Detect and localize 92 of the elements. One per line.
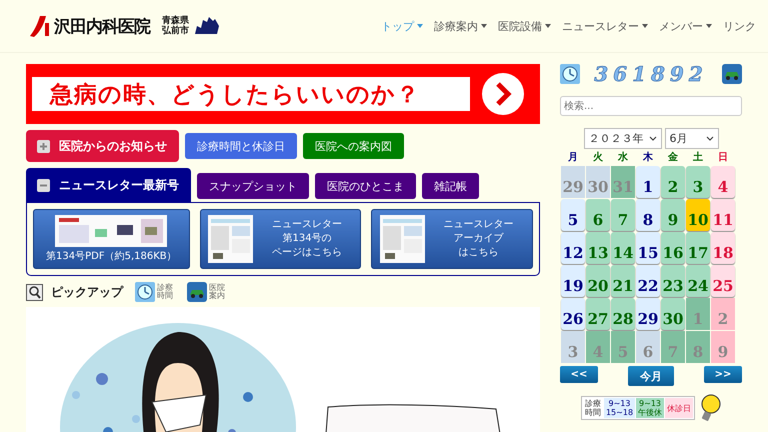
emergency-banner[interactable]: 急病の時、どうしたらいいのか？ bbox=[26, 64, 540, 124]
visitor-counter: 361892 bbox=[594, 62, 708, 86]
link-tab[interactable]: 医院のひとこま bbox=[315, 173, 416, 199]
calendar-day: 21 bbox=[611, 265, 635, 297]
pickup-link[interactable]: 医院 案内 bbox=[187, 282, 225, 302]
weekday-label: 木 bbox=[642, 151, 654, 165]
calendar-day: 2 bbox=[711, 298, 735, 330]
calendar-day: 3 bbox=[561, 331, 585, 363]
link-tab[interactable]: 医院への案内図 bbox=[303, 133, 404, 159]
newsletter-button[interactable]: ニュースレター 第134号の ページはこちら bbox=[200, 209, 362, 269]
clock-icon bbox=[135, 282, 155, 302]
search-field[interactable]: 検索... bbox=[560, 96, 742, 116]
banner-text: 急病の時、どうしたらいいのか？ bbox=[32, 77, 470, 111]
logo-mark-icon bbox=[28, 14, 50, 38]
chevron-circle-icon bbox=[482, 73, 524, 115]
section-tab[interactable]: 医院からのお知らせ bbox=[26, 130, 179, 162]
month-select[interactable]: 6月 bbox=[664, 128, 718, 149]
clock-icon bbox=[560, 64, 580, 84]
legend-item: 休診日 bbox=[665, 398, 694, 418]
pickup-title: ピックアップ bbox=[51, 284, 123, 300]
calendar-day: 16 bbox=[661, 232, 685, 264]
calendar-day: 12 bbox=[561, 232, 585, 264]
calendar-nav-button[interactable]: 今月 bbox=[628, 366, 674, 386]
legend-item: 9~13 15~18 bbox=[604, 398, 636, 418]
lightbulb-icon bbox=[699, 394, 722, 422]
weekday-label: 火 bbox=[592, 151, 604, 165]
newsletter-label: 第134号PDF（約5,186KB） bbox=[46, 250, 177, 264]
map-icon bbox=[193, 16, 221, 36]
calendar-day: 19 bbox=[561, 265, 585, 297]
region-label: 青森県 弘前市 bbox=[162, 16, 189, 36]
chevron-icon bbox=[648, 136, 656, 141]
legend-title: 診療 時間 bbox=[584, 398, 602, 418]
nav-link[interactable]: 診療案内 bbox=[434, 18, 487, 34]
link-tab[interactable]: 雑記帳 bbox=[422, 173, 479, 199]
weekday-label: 土 bbox=[692, 151, 704, 165]
calendar-day: 11 bbox=[711, 199, 735, 231]
calendar-day: 24 bbox=[686, 265, 710, 297]
toggle-icon bbox=[37, 140, 50, 152]
nav-link[interactable]: ニュースレター bbox=[562, 18, 648, 34]
calendar-day: 13 bbox=[586, 232, 610, 264]
calendar-day: 23 bbox=[661, 265, 685, 297]
calendar-day: 30 bbox=[661, 298, 685, 330]
toggle-icon bbox=[37, 178, 50, 192]
calendar-day: 28 bbox=[611, 298, 635, 330]
pickup-link[interactable]: 診察 時間 bbox=[135, 282, 173, 302]
calendar-nav-button[interactable]: >> bbox=[704, 366, 742, 383]
calendar-day: 10 bbox=[686, 199, 710, 231]
newsletter-button[interactable]: 第134号PDF（約5,186KB） bbox=[33, 209, 190, 269]
weekday-label: 金 bbox=[667, 151, 679, 165]
calendar-day: 4 bbox=[711, 166, 735, 198]
weekday-label: 月 bbox=[567, 151, 579, 165]
year-select[interactable]: ２０２３年 bbox=[584, 128, 662, 149]
car-icon bbox=[722, 64, 742, 84]
nav-link[interactable]: リンク bbox=[723, 18, 756, 34]
newsletter-label: ニュースレター 第134号の ページはこちら bbox=[271, 218, 344, 260]
calendar-day: 5 bbox=[561, 199, 585, 231]
calendar-day: 17 bbox=[686, 232, 710, 264]
car-icon bbox=[187, 282, 207, 302]
calendar-nav-button[interactable]: << bbox=[560, 366, 598, 383]
calendar-day: 2 bbox=[661, 166, 685, 198]
clinic-logo[interactable]: 沢田内科医院 bbox=[54, 14, 150, 38]
calendar-day: 9 bbox=[711, 331, 735, 363]
calendar-day: 20 bbox=[586, 265, 610, 297]
calendar-day: 15 bbox=[636, 232, 660, 264]
nav-link[interactable]: 医院設備 bbox=[498, 18, 551, 34]
weekday-label: 水 bbox=[616, 151, 629, 165]
legend-item: 9~13 午後休 bbox=[636, 398, 664, 418]
calendar-day: 30 bbox=[586, 166, 610, 198]
link-tab[interactable]: スナップショット bbox=[197, 173, 309, 199]
calendar-day: 22 bbox=[636, 265, 660, 297]
calendar-day: 27 bbox=[586, 298, 610, 330]
calendar-day: 1 bbox=[636, 166, 660, 198]
calendar-day: 3 bbox=[686, 166, 710, 198]
link-tab[interactable]: 診療時間と休診日 bbox=[185, 133, 297, 159]
calendar-day: 29 bbox=[636, 298, 660, 330]
calendar-day: 26 bbox=[561, 298, 585, 330]
calendar-day: 9 bbox=[661, 199, 685, 231]
calendar-day: 7 bbox=[611, 199, 635, 231]
calendar-day: 6 bbox=[586, 199, 610, 231]
calendar-day: 18 bbox=[711, 232, 735, 264]
calendar-day: 8 bbox=[636, 199, 660, 231]
calendar-day: 29 bbox=[561, 166, 585, 198]
calendar-day: 14 bbox=[611, 232, 635, 264]
weekday-label: 日 bbox=[717, 151, 729, 165]
nav-link[interactable]: メンバー bbox=[659, 18, 712, 34]
section-tab[interactable]: ニュースレター最新号 bbox=[26, 168, 191, 202]
newsletter-label: ニュースレター アーカイブ はこちら bbox=[442, 218, 515, 260]
newsletter-button[interactable]: ニュースレター アーカイブ はこちら bbox=[371, 209, 533, 269]
magnifier-icon bbox=[26, 284, 43, 300]
calendar-day: 6 bbox=[636, 331, 660, 363]
chevron-icon bbox=[706, 136, 714, 141]
calendar-day: 25 bbox=[711, 265, 735, 297]
